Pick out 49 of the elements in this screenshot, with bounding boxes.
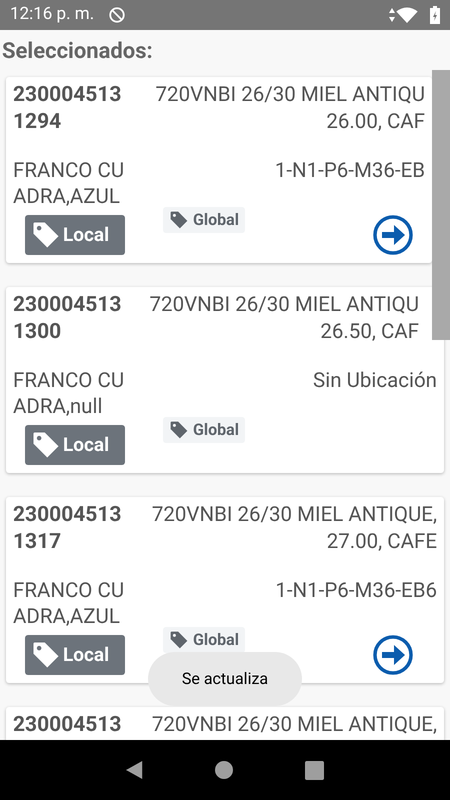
section-title: Seleccionados: — [1, 38, 154, 66]
item-code: 230004513 — [13, 292, 122, 319]
item-description: 26.50, CAF — [320, 319, 419, 346]
supplier-name: FRANCO CU — [13, 578, 124, 604]
tag-icon — [169, 210, 189, 230]
status-time: 12:16 p. m. — [10, 3, 94, 26]
location-code: 1-N1-P6-M36-EB6 — [275, 578, 437, 605]
local-tag-button[interactable]: Local — [25, 215, 125, 255]
item-code: 230004513 — [13, 502, 122, 529]
arrow-right-circle-icon[interactable] — [373, 215, 413, 255]
item-card[interactable]: 230004513 1300 720VNBI 26/30 MIEL ANTIQU 26.50, CAF FRANCO CU ADRA,null Sin Ubicación Local Global — [6, 287, 444, 473]
supplier-name: ADRA,null — [13, 394, 104, 420]
item-code: 230004513 — [13, 712, 122, 739]
local-tag-button[interactable]: Local — [25, 425, 125, 465]
supplier-name: ADRA,AZUL — [13, 184, 121, 210]
item-card[interactable]: 230004513 720VNBI 26/30 MIEL ANTIQUE, — [6, 707, 444, 740]
update-toast: Se actualiza — [148, 652, 302, 706]
item-description: 720VNBI 26/30 MIEL ANTIQUE, — [152, 502, 437, 529]
local-tag-button[interactable]: Local — [25, 635, 125, 675]
item-description: 26.00, CAF — [326, 109, 425, 136]
location-code: Sin Ubicación — [313, 368, 437, 395]
item-description: 27.00, CAFE — [326, 529, 437, 556]
tag-icon — [169, 630, 189, 650]
global-tag-button[interactable]: Global — [163, 627, 245, 653]
supplier-name: ADRA,AZUL — [13, 604, 121, 630]
item-code: 1300 — [13, 319, 62, 346]
location-code: 1-N1-P6-M36-EB — [274, 158, 425, 185]
back-icon[interactable] — [126, 760, 144, 780]
supplier-name: FRANCO CU — [13, 158, 124, 184]
item-code: 230004513 — [13, 82, 122, 109]
battery-charging-icon — [430, 6, 440, 24]
global-tag-button[interactable]: Global — [163, 207, 245, 233]
item-code: 1317 — [13, 529, 62, 556]
item-code: 1294 — [13, 109, 62, 136]
tag-icon — [31, 640, 61, 670]
data-arrows-icon — [389, 8, 395, 22]
item-card[interactable]: 230004513 1294 720VNBI 26/30 MIEL ANTIQU 26.00, CAF FRANCO CU ADRA,AZUL 1-N1-P6-M36-EB Local Global — [6, 77, 432, 263]
item-description: 720VNBI 26/30 MIEL ANTIQUE, — [152, 712, 437, 739]
item-description: 720VNBI 26/30 MIEL ANTIQU — [156, 82, 425, 109]
recents-icon[interactable] — [305, 760, 324, 780]
scrollbar[interactable] — [432, 70, 450, 340]
tag-icon — [31, 430, 61, 460]
arrow-right-circle-icon[interactable] — [373, 635, 413, 675]
tag-icon — [31, 220, 61, 250]
item-description: 720VNBI 26/30 MIEL ANTIQU — [150, 292, 419, 319]
tag-icon — [169, 420, 189, 440]
global-tag-button[interactable]: Global — [163, 417, 245, 443]
supplier-name: FRANCO CU — [13, 368, 124, 394]
home-icon[interactable] — [215, 761, 234, 779]
